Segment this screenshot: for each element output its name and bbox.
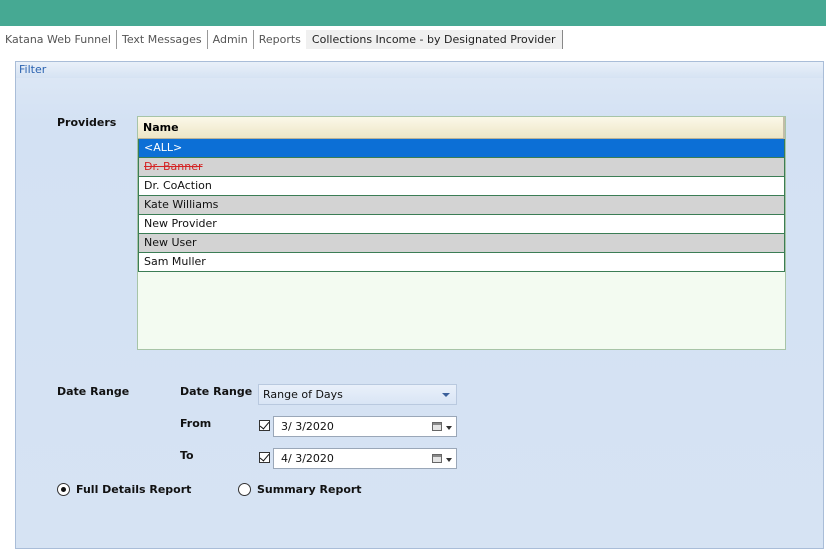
- full-details-report-label[interactable]: Full Details Report: [76, 483, 191, 496]
- date-range-field-label: Date Range: [180, 385, 253, 398]
- summary-report-radio[interactable]: [238, 483, 251, 496]
- from-date-checkbox[interactable]: [259, 420, 270, 431]
- grid-cell-name: Sam Muller: [144, 255, 206, 268]
- date-range-dropdown[interactable]: Range of Days: [258, 384, 457, 405]
- tab-bar: Katana Web Funnel Text Messages Admin Re…: [0, 30, 563, 49]
- providers-label: Providers: [57, 116, 117, 129]
- grid-cell-name: New User: [144, 236, 197, 249]
- grid-row-new-user[interactable]: New User: [138, 234, 785, 253]
- grid-row-dr-coaction[interactable]: Dr. CoAction: [138, 177, 785, 196]
- tab-collections-income[interactable]: Collections Income - by Designated Provi…: [305, 30, 563, 49]
- grid-row-sam-muller[interactable]: Sam Muller: [138, 253, 785, 272]
- grid-row-kate-williams[interactable]: Kate Williams: [138, 196, 785, 215]
- date-range-dropdown-value: Range of Days: [263, 388, 343, 401]
- to-date-value: 4/ 3/2020: [281, 452, 334, 465]
- to-date-picker[interactable]: 4/ 3/2020: [273, 448, 457, 469]
- grid-cell-name: <ALL>: [144, 141, 183, 154]
- tab-reports[interactable]: Reports: [252, 30, 306, 49]
- chevron-down-icon[interactable]: [442, 393, 450, 397]
- filter-panel-title[interactable]: Filter: [16, 62, 823, 78]
- grid-row-dr-banner[interactable]: Dr. Banner: [138, 158, 785, 177]
- date-range-section-label: Date Range: [57, 385, 130, 398]
- grid-cell-name: Dr. CoAction: [144, 179, 212, 192]
- to-date-checkbox[interactable]: [259, 452, 270, 463]
- calendar-icon[interactable]: [432, 422, 442, 431]
- summary-report-label[interactable]: Summary Report: [257, 483, 362, 496]
- tab-katana-web-funnel[interactable]: Katana Web Funnel: [0, 30, 116, 49]
- grid-row-new-provider[interactable]: New Provider: [138, 215, 785, 234]
- grid-cell-name: Dr. Banner: [144, 160, 203, 173]
- from-label: From: [180, 417, 212, 430]
- providers-grid[interactable]: Name <ALL> Dr. Banner Dr. CoAction Kate …: [137, 116, 786, 350]
- top-banner: [0, 0, 826, 26]
- from-date-picker[interactable]: 3/ 3/2020: [273, 416, 457, 437]
- calendar-icon[interactable]: [432, 454, 442, 463]
- tab-admin[interactable]: Admin: [206, 30, 253, 49]
- from-date-value: 3/ 3/2020: [281, 420, 334, 433]
- chevron-down-icon[interactable]: [446, 426, 452, 430]
- grid-column-header-name[interactable]: Name: [138, 117, 785, 139]
- to-label: To: [180, 449, 194, 462]
- grid-row-all[interactable]: <ALL>: [138, 139, 785, 158]
- chevron-down-icon[interactable]: [446, 458, 452, 462]
- grid-cell-name: New Provider: [144, 217, 217, 230]
- grid-cell-name: Kate Williams: [144, 198, 219, 211]
- full-details-report-radio[interactable]: [57, 483, 70, 496]
- tab-text-messages[interactable]: Text Messages: [115, 30, 207, 49]
